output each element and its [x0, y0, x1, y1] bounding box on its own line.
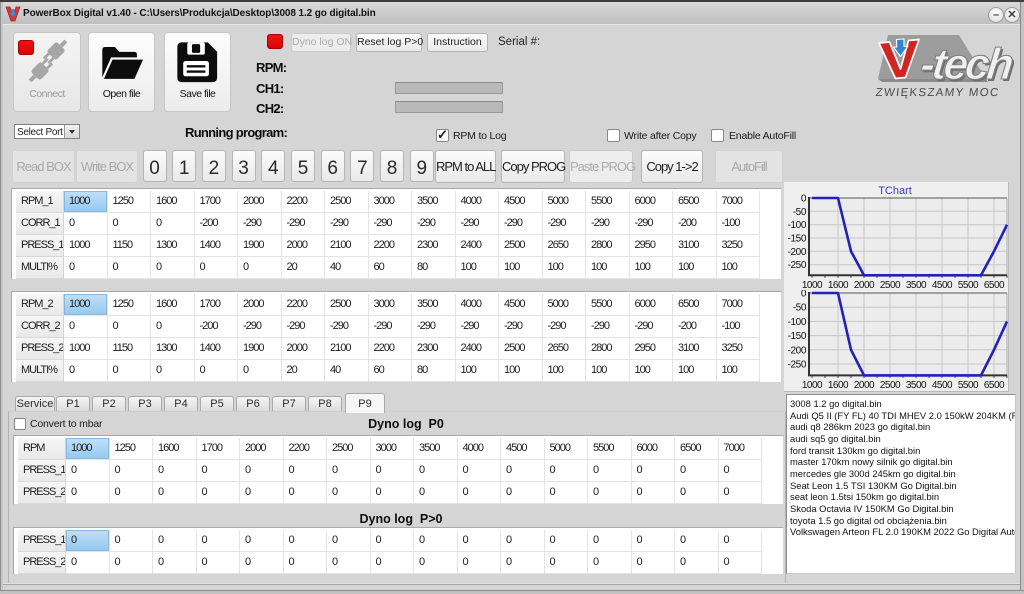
svg-text:TChart: TChart — [878, 185, 912, 197]
svg-text:2500: 2500 — [880, 280, 901, 290]
svg-text:1000: 1000 — [802, 380, 823, 391]
svg-text:-50: -50 — [793, 303, 807, 314]
svg-text:-200: -200 — [788, 247, 807, 258]
svg-text:3500: 3500 — [906, 380, 927, 391]
svg-text:2000: 2000 — [854, 280, 875, 290]
svg-text:5500: 5500 — [958, 380, 979, 391]
svg-text:-tech: -tech — [918, 40, 1015, 89]
svg-text:4500: 4500 — [932, 280, 953, 290]
svg-text:3500: 3500 — [906, 280, 927, 290]
svg-text:6500: 6500 — [984, 380, 1005, 391]
svg-text:-100: -100 — [788, 220, 807, 231]
svg-text:-150: -150 — [788, 234, 807, 245]
svg-text:-50: -50 — [793, 207, 807, 218]
svg-text:0: 0 — [801, 194, 807, 205]
svg-text:6500: 6500 — [984, 280, 1005, 290]
svg-text:2500: 2500 — [880, 380, 901, 391]
svg-text:-100: -100 — [788, 317, 807, 328]
svg-text:4500: 4500 — [932, 380, 953, 391]
svg-text:5500: 5500 — [958, 280, 979, 290]
svg-text:0: 0 — [801, 290, 807, 300]
svg-text:1000: 1000 — [802, 280, 823, 290]
svg-text:1600: 1600 — [828, 280, 849, 290]
svg-text:-250: -250 — [788, 360, 807, 371]
svg-text:2000: 2000 — [854, 380, 875, 391]
svg-text:1600: 1600 — [828, 380, 849, 391]
svg-text:-200: -200 — [788, 345, 807, 356]
svg-text:-150: -150 — [788, 331, 807, 342]
svg-text:ZWIĘKSZAMY MOC: ZWIĘKSZAMY MOC — [875, 87, 1000, 99]
svg-text:-250: -250 — [788, 260, 807, 271]
